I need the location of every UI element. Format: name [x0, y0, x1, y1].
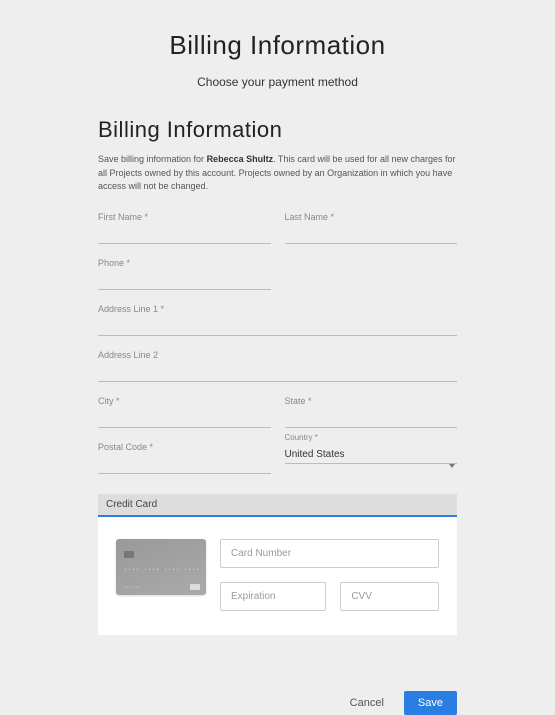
state-label: State * — [285, 396, 458, 406]
save-button[interactable]: Save — [404, 691, 457, 715]
cancel-button[interactable]: Cancel — [342, 691, 392, 715]
address1-input[interactable] — [98, 319, 457, 336]
first-name-label: First Name * — [98, 212, 271, 222]
state-field-wrapper: State * — [285, 396, 458, 428]
address2-input[interactable] — [98, 365, 457, 382]
credit-card-icon: •••• •••• •••• •••• ••• ••• — [116, 539, 206, 595]
address1-field-wrapper: Address Line 1 * — [98, 304, 457, 336]
form-actions: Cancel Save — [0, 675, 555, 715]
section-description: Save billing information for Rebecca Shu… — [98, 153, 457, 194]
address1-label: Address Line 1 * — [98, 304, 457, 314]
page-subtitle: Choose your payment method — [98, 75, 457, 89]
country-field-wrapper: Country * United States — [285, 433, 458, 474]
address2-field-wrapper: Address Line 2 — [98, 350, 457, 382]
section-title: Billing Information — [98, 117, 457, 143]
state-input[interactable] — [285, 411, 458, 428]
city-label: City * — [98, 396, 271, 406]
first-name-field-wrapper: First Name * — [98, 212, 271, 244]
last-name-field-wrapper: Last Name * — [285, 212, 458, 244]
postal-input[interactable] — [98, 457, 271, 474]
card-number-mask: •••• •••• •••• •••• — [124, 567, 200, 573]
postal-field-wrapper: Postal Code * — [98, 442, 271, 474]
card-brand-icon — [190, 584, 200, 590]
phone-input[interactable] — [98, 273, 271, 290]
country-select[interactable]: United States — [285, 447, 458, 464]
postal-label: Postal Code * — [98, 442, 271, 452]
city-input[interactable] — [98, 411, 271, 428]
first-name-input[interactable] — [98, 227, 271, 244]
chevron-down-icon — [449, 464, 455, 468]
phone-field-wrapper: Phone * — [98, 258, 271, 290]
last-name-input[interactable] — [285, 227, 458, 244]
page-title: Billing Information — [98, 30, 457, 61]
phone-label: Phone * — [98, 258, 271, 268]
credit-card-section: Credit Card •••• •••• •••• •••• ••• ••• — [98, 494, 457, 635]
card-chip-icon — [124, 551, 134, 558]
billing-form-container: Billing Information Choose your payment … — [0, 0, 555, 655]
credit-card-body: •••• •••• •••• •••• ••• ••• — [98, 517, 457, 635]
city-field-wrapper: City * — [98, 396, 271, 428]
card-cvv-input[interactable] — [340, 582, 439, 611]
country-label: Country * — [285, 433, 458, 442]
last-name-label: Last Name * — [285, 212, 458, 222]
card-expiration-input[interactable] — [220, 582, 326, 611]
user-name: Rebecca Shultz — [207, 154, 274, 164]
card-number-input[interactable] — [220, 539, 439, 568]
address2-label: Address Line 2 — [98, 350, 457, 360]
credit-card-header: Credit Card — [98, 494, 457, 517]
